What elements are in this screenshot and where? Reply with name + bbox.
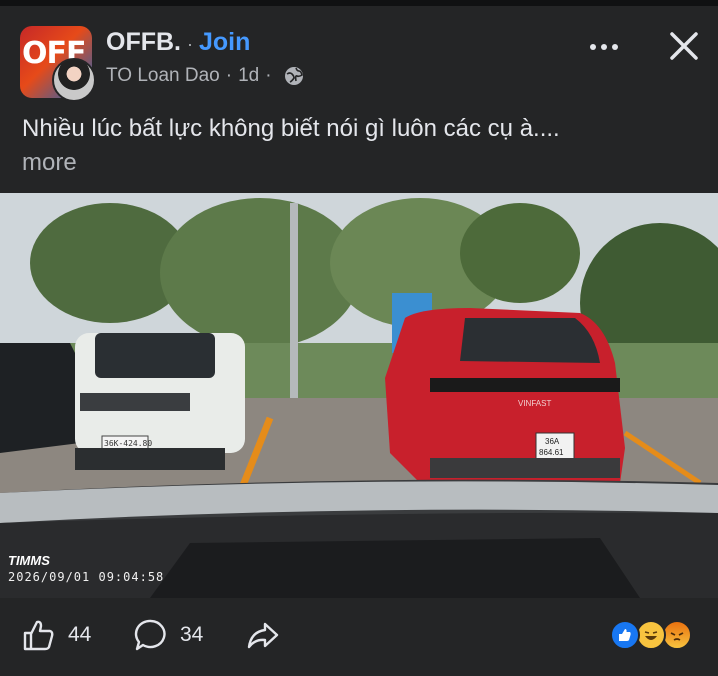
post-photo[interactable]: 36K-424.80 VINFAST 36A 864.61 TIMMS bbox=[0, 193, 718, 598]
right-car-brand: VINFAST bbox=[518, 399, 551, 408]
share-icon bbox=[247, 622, 279, 649]
post-meta: OFFB. · Join TO Loan Dao · 1d · bbox=[106, 28, 304, 87]
dashcam-logo: TIMMS bbox=[8, 553, 50, 568]
more-options-icon[interactable] bbox=[584, 32, 624, 62]
right-car-plate-line2: 864.61 bbox=[539, 448, 564, 457]
dashcam-timestamp: 2026/09/01 09:04:58 bbox=[8, 570, 165, 584]
author-avatar[interactable] bbox=[52, 58, 96, 102]
left-car-plate: 36K-424.80 bbox=[104, 439, 152, 448]
comment-count: 34 bbox=[180, 623, 204, 646]
comment-button[interactable]: 34 bbox=[134, 618, 203, 652]
reaction-summary[interactable] bbox=[610, 620, 700, 652]
group-name-link[interactable]: OFFB. bbox=[106, 28, 181, 57]
post-actions: 44 34 bbox=[0, 598, 718, 676]
separator-dot: · bbox=[265, 65, 272, 86]
share-button[interactable] bbox=[246, 618, 280, 652]
separator-dot: · bbox=[225, 65, 233, 86]
like-count: 44 bbox=[68, 623, 92, 646]
join-button[interactable]: Join bbox=[199, 28, 250, 57]
right-car-plate-line1: 36A bbox=[545, 437, 560, 446]
thumbs-up-icon bbox=[23, 620, 54, 651]
like-reaction-icon bbox=[610, 620, 640, 650]
post-time[interactable]: 1d bbox=[238, 65, 259, 87]
post-header: OFF OFFB. · Join TO Loan Dao · 1d · bbox=[0, 6, 718, 102]
angry-reaction-icon bbox=[662, 620, 692, 650]
comment-icon bbox=[134, 619, 166, 651]
haha-reaction-icon bbox=[636, 620, 666, 650]
like-button[interactable]: 44 bbox=[22, 618, 91, 652]
post-caption: Nhiều lúc bất lực không biết nói gì luôn… bbox=[22, 115, 560, 142]
author-name-link[interactable]: TO Loan Dao bbox=[106, 65, 220, 87]
globe-icon bbox=[284, 67, 303, 85]
separator-dot: · bbox=[187, 34, 193, 54]
close-icon[interactable] bbox=[664, 26, 704, 66]
see-more-link[interactable]: more bbox=[22, 146, 77, 180]
